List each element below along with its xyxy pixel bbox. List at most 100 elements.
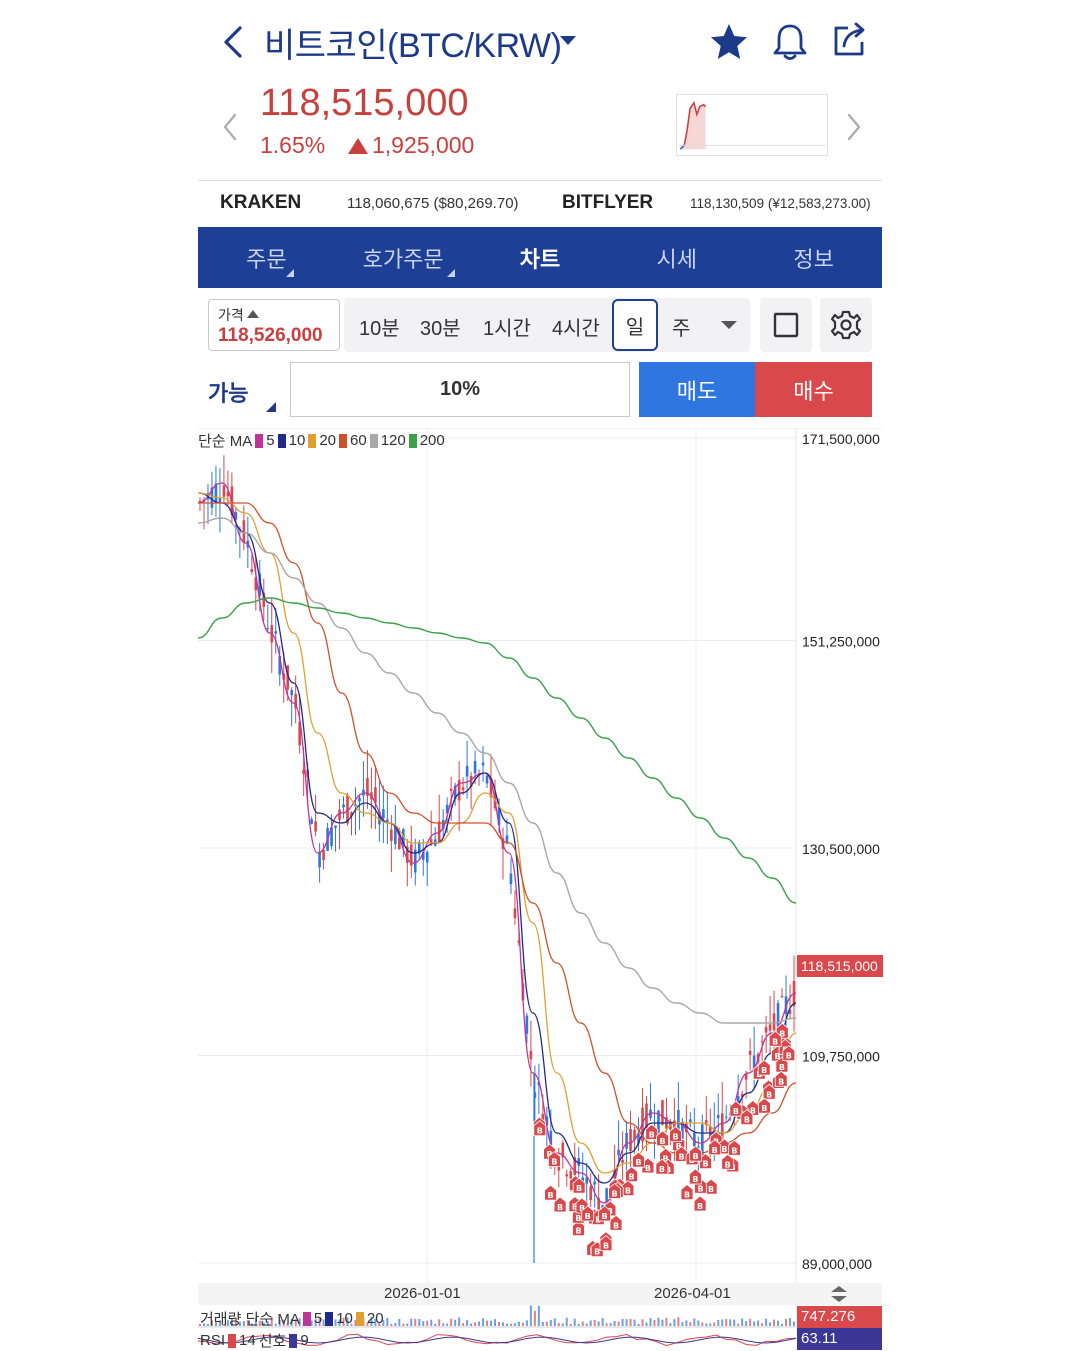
vma10-swatch: [325, 1311, 334, 1326]
exchange-value-bitflyer: 118,130,509 (¥12,583,273.00): [690, 196, 871, 211]
volume-bar: [665, 1317, 668, 1326]
available-selector[interactable]: 가능: [208, 376, 248, 408]
volume-bar: [693, 1318, 696, 1326]
candle-body: [617, 1149, 620, 1156]
price-type-label: 가격: [218, 305, 259, 325]
volume-bar: [789, 1317, 792, 1326]
rsi-value: 63.11: [797, 1328, 882, 1350]
tab-orderbook-label: 호가주문: [362, 246, 444, 272]
volume-bar: [685, 1320, 688, 1326]
tab-chart[interactable]: 차트: [472, 227, 609, 288]
volume-bar: [721, 1319, 724, 1326]
volume-bar: [769, 1322, 772, 1326]
candle-body: [780, 996, 784, 998]
volume-bar: [486, 1320, 489, 1326]
volume-bar: [773, 1319, 776, 1326]
volume-bar: [577, 1323, 580, 1326]
change-percent: 1.65%: [260, 132, 326, 158]
candle-body: [334, 825, 337, 828]
svg-text:B: B: [673, 1133, 679, 1142]
volume-bar: [474, 1322, 477, 1326]
svg-text:B: B: [551, 1158, 557, 1167]
volume-bar: [517, 1321, 520, 1326]
volume-bar: [494, 1319, 497, 1326]
candle-body: [760, 1041, 764, 1043]
svg-text:B: B: [772, 1037, 778, 1046]
bell-icon[interactable]: [768, 20, 812, 64]
volume-bar: [573, 1318, 576, 1326]
volume-bar: [454, 1319, 457, 1326]
candle-body: [318, 851, 321, 868]
drawing-tool-button[interactable]: [760, 298, 812, 352]
volume-bar: [470, 1323, 473, 1326]
volume-legend[interactable]: 거래량 단순 MA 5 10 20: [200, 1308, 384, 1329]
prev-coin-icon[interactable]: [218, 110, 242, 144]
ma-legend[interactable]: 단순 MA 5 10 20 60 120 200: [198, 430, 445, 451]
candle-body: [222, 485, 226, 497]
candle-body: [314, 821, 317, 832]
candle-body: [569, 1171, 573, 1179]
candle-body: [425, 852, 429, 863]
order-percent-field[interactable]: 10%: [290, 362, 630, 417]
svg-text:B: B: [712, 1146, 718, 1155]
volume-bar: [697, 1320, 700, 1326]
svg-text:B: B: [708, 1185, 714, 1194]
timeframe-30m[interactable]: 30분: [420, 312, 461, 341]
exchange-name-bitflyer: BITFLYER: [562, 192, 654, 213]
svg-text:B: B: [576, 1184, 582, 1193]
volume-bar: [781, 1323, 784, 1326]
price-chart[interactable]: 171,500,000 151,250,000 130,500,000 109,750…: [198, 428, 882, 1351]
next-coin-icon[interactable]: [842, 110, 866, 144]
candle-body: [242, 520, 246, 543]
volume-bar: [521, 1322, 524, 1326]
sort-up-icon: [246, 310, 259, 318]
chart-settings-button[interactable]: [820, 298, 872, 352]
timeframe-day[interactable]: 일: [612, 299, 658, 351]
timeframe-10m[interactable]: 10분: [359, 312, 400, 341]
volume-bar: [661, 1319, 664, 1326]
tab-quotes[interactable]: 시세: [608, 227, 745, 288]
ma60-label: 60: [350, 432, 367, 449]
market-title[interactable]: 비트코인(BTC/KRW): [264, 18, 562, 67]
tab-chart-label: 차트: [519, 246, 561, 272]
share-icon[interactable]: [828, 18, 872, 62]
vma5-swatch: [302, 1311, 311, 1326]
gear-icon: [830, 310, 862, 340]
tab-order[interactable]: 주문: [198, 227, 335, 288]
volume-bar: [426, 1320, 429, 1326]
rsi-legend[interactable]: RSI 14 신호 9: [200, 1330, 309, 1351]
volume-bar: [394, 1322, 397, 1326]
ma200-swatch: [408, 433, 417, 448]
sparkline-chart[interactable]: [676, 94, 828, 156]
y-tick-label: 109,750,000: [802, 1049, 880, 1065]
volume-bar: [601, 1318, 604, 1326]
volume-bar: [645, 1322, 648, 1326]
candle-body: [358, 797, 361, 802]
volume-bar: [629, 1318, 632, 1326]
volume-bar: [569, 1323, 572, 1326]
timeframe-1h[interactable]: 1시간: [483, 312, 531, 341]
timeframe-dropdown-icon[interactable]: [721, 321, 737, 329]
candle-body: [768, 1024, 772, 1031]
timeframe-week[interactable]: 주: [672, 312, 690, 341]
tab-info[interactable]: 정보: [745, 227, 882, 288]
tab-orderbook[interactable]: 호가주문: [335, 227, 472, 288]
volume-bar: [430, 1319, 433, 1326]
candle-body: [338, 809, 341, 820]
volume-bar: [633, 1319, 636, 1326]
candle-body: [748, 1050, 752, 1055]
timeframe-4h[interactable]: 4시간: [552, 312, 600, 341]
svg-text:B: B: [602, 1212, 608, 1221]
volume-bar: [677, 1317, 680, 1326]
volume-bar: [533, 1310, 536, 1326]
favorite-star-icon[interactable]: [707, 20, 751, 64]
volume-bar: [725, 1319, 728, 1326]
volume-bar: [537, 1305, 540, 1326]
ma10-label: 10: [288, 432, 306, 449]
ma20-swatch: [308, 433, 317, 448]
volume-bar: [509, 1323, 512, 1326]
market-dropdown-icon[interactable]: [560, 36, 576, 45]
buy-button[interactable]: 매수: [755, 362, 872, 417]
back-arrow-icon[interactable]: [214, 22, 254, 62]
sell-button[interactable]: 매도: [639, 362, 755, 417]
